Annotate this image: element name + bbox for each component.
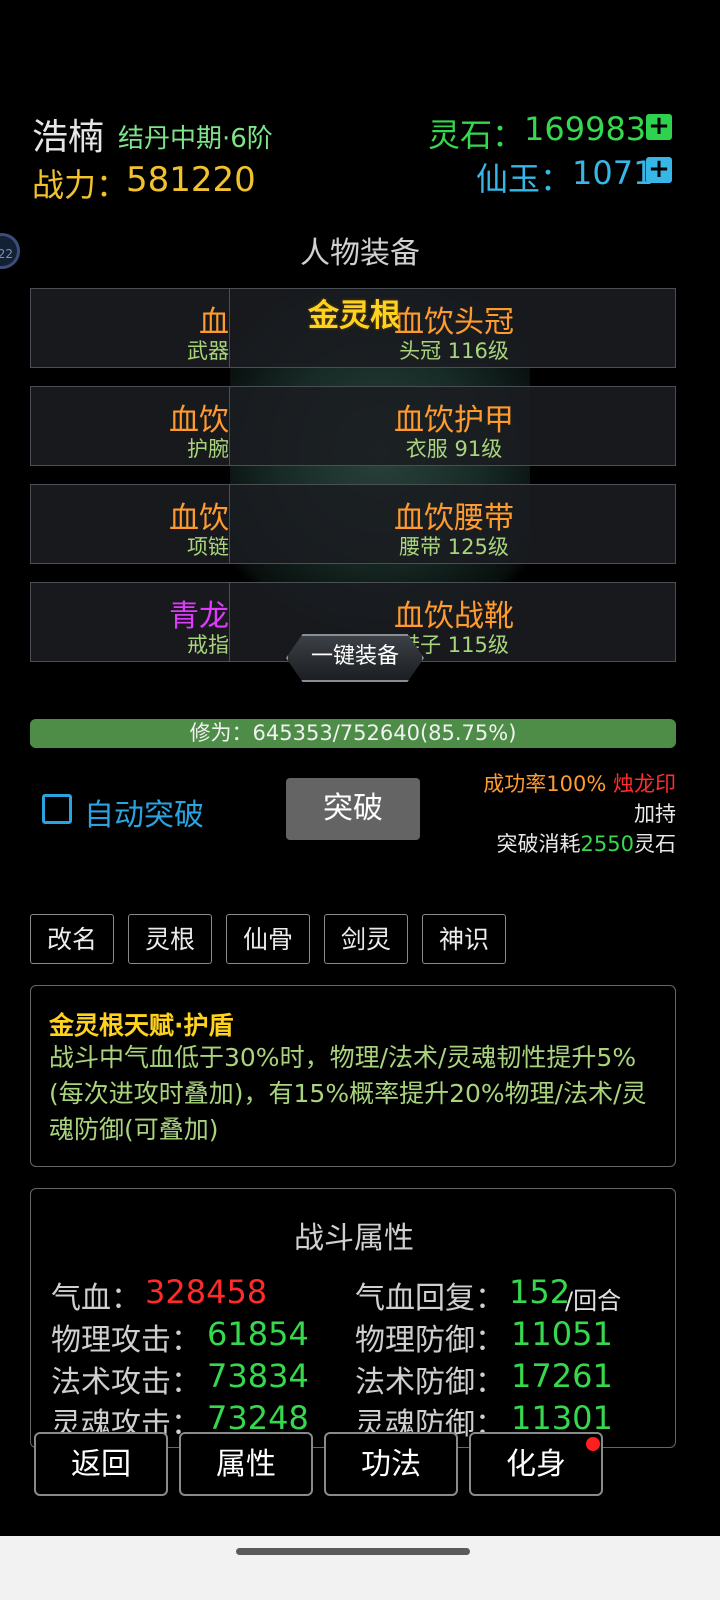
player-name: 浩楠 [32, 117, 105, 158]
spirit-stone-value: 169983 [524, 110, 647, 148]
success-rate: 成功率100% 烛龙印 [483, 768, 676, 798]
rename-tab[interactable]: 改名 [30, 914, 114, 964]
equip-slot-bracer[interactable]: 血饮 护腕 [31, 387, 231, 465]
notification-dot [586, 1437, 600, 1451]
phys-attack-label: 物理攻击： [51, 1323, 201, 1358]
equipment-section-title: 人物装备 [300, 236, 420, 271]
breakthrough-button[interactable]: 突破 [286, 778, 420, 840]
equip-slot-helmet[interactable]: 血饮头冠 头冠 116级 [231, 289, 677, 367]
add-immortal-jade-button[interactable]: + [646, 156, 672, 183]
phys-attack-value: 61854 [207, 1315, 309, 1353]
magic-attack-value: 73834 [207, 1357, 309, 1395]
attributes-button[interactable]: 属性 [179, 1432, 313, 1496]
immortal-bone-tab[interactable]: 仙骨 [226, 914, 310, 964]
magic-defense-label: 法术防御： [355, 1365, 505, 1400]
slot-divider [229, 289, 230, 367]
immortal-jade-value: 1071 [572, 154, 654, 192]
skills-button[interactable]: 功法 [324, 1432, 458, 1496]
divine-sense-tab[interactable]: 神识 [422, 914, 506, 964]
equip-slot-necklace-type: 项链 [187, 535, 229, 559]
home-gesture-handle[interactable] [236, 1548, 470, 1555]
equip-slot-armor-level: 衣服 91级 [405, 437, 503, 461]
equip-slot-armor[interactable]: 血饮护甲 衣服 91级 [231, 387, 677, 465]
phys-defense-value: 11051 [511, 1315, 613, 1353]
back-button[interactable]: 返回 [34, 1432, 168, 1496]
slot-divider [229, 583, 230, 661]
equip-slot-weapon-type: 武器 [187, 339, 229, 363]
hp-label: 气血： [51, 1281, 141, 1316]
slot-divider [229, 387, 230, 465]
slot-divider [229, 485, 230, 563]
equip-slot-ring[interactable]: 青龙 戒指 [31, 583, 231, 661]
success-rate-text: 成功率100% [483, 772, 607, 796]
cost-suffix: 灵石 [634, 832, 676, 856]
cultivation-progress-text: 修为：645353/752640(85.75%) [189, 721, 517, 745]
talent-panel: 金灵根天赋·护盾 战斗中气血低于30%时，物理/法术/灵魂韧性提升5%(每次进攻… [30, 985, 676, 1167]
hp-regen-value: 152 [509, 1273, 571, 1311]
immortal-jade-label: 仙玉： [476, 160, 573, 198]
equip-slot-ring-type: 戒指 [187, 633, 229, 657]
magic-attack-label: 法术攻击： [51, 1365, 201, 1400]
system-navigation-bar [0, 1536, 720, 1600]
magic-defense-value: 17261 [511, 1357, 613, 1395]
power-label: 战力： [32, 166, 129, 204]
equip-all-button[interactable]: 一键装备 [286, 634, 424, 682]
hp-regen-unit: /回合 [565, 1287, 622, 1315]
power-value: 581220 [126, 160, 256, 200]
phys-defense-label: 物理防御： [355, 1323, 505, 1358]
breakthrough-cost: 突破消耗2550灵石 [497, 828, 676, 858]
spirit-root-label: 金灵根 [308, 298, 401, 334]
cultivation-realm: 结丹中期·6阶 [118, 124, 273, 154]
boost-text: 加持 [634, 802, 676, 826]
hp-regen-label: 气血回复： [355, 1281, 505, 1316]
equip-slot-weapon[interactable]: 血 武器 [31, 289, 231, 367]
equipment-row-2: 血饮 护腕 血饮护甲 衣服 91级 [30, 386, 676, 466]
equipment-row-3: 血饮 项链 血饮腰带 腰带 125级 [30, 484, 676, 564]
talent-title: 金灵根天赋·护盾 [49, 1011, 234, 1040]
sword-spirit-tab[interactable]: 剑灵 [324, 914, 408, 964]
talent-description: 战斗中气血低于30%时，物理/法术/灵魂韧性提升5%(每次进攻时叠加)，有15%… [49, 1043, 647, 1144]
combat-stats-title: 战斗属性 [294, 1221, 414, 1256]
combat-stats-panel: 战斗属性 气血： 328458 气血回复： 152 /回合 物理攻击： 6185… [30, 1188, 676, 1448]
auto-breakthrough-label[interactable]: 自动突破 [84, 790, 204, 834]
add-spirit-stone-button[interactable]: + [646, 113, 672, 140]
equip-slot-belt[interactable]: 血饮腰带 腰带 125级 [231, 485, 677, 563]
avatar-button[interactable]: 化身 [469, 1432, 603, 1496]
equip-slot-belt-level: 腰带 125级 [399, 535, 509, 559]
cost-value: 2550 [580, 832, 634, 856]
spirit-stone-label: 灵石： [428, 116, 525, 154]
equip-slot-helmet-level: 头冠 116级 [399, 339, 509, 363]
hp-value: 328458 [145, 1273, 268, 1311]
candle-dragon-seal: 烛龙印 [613, 772, 676, 796]
cost-prefix: 突破消耗 [496, 832, 581, 856]
cultivation-progress-bar: 修为：645353/752640(85.75%) [30, 719, 676, 748]
spirit-root-tab[interactable]: 灵根 [128, 914, 212, 964]
auto-breakthrough-checkbox[interactable] [42, 794, 72, 824]
equip-slot-necklace[interactable]: 血饮 项链 [31, 485, 231, 563]
equip-slot-bracer-type: 护腕 [187, 437, 229, 461]
